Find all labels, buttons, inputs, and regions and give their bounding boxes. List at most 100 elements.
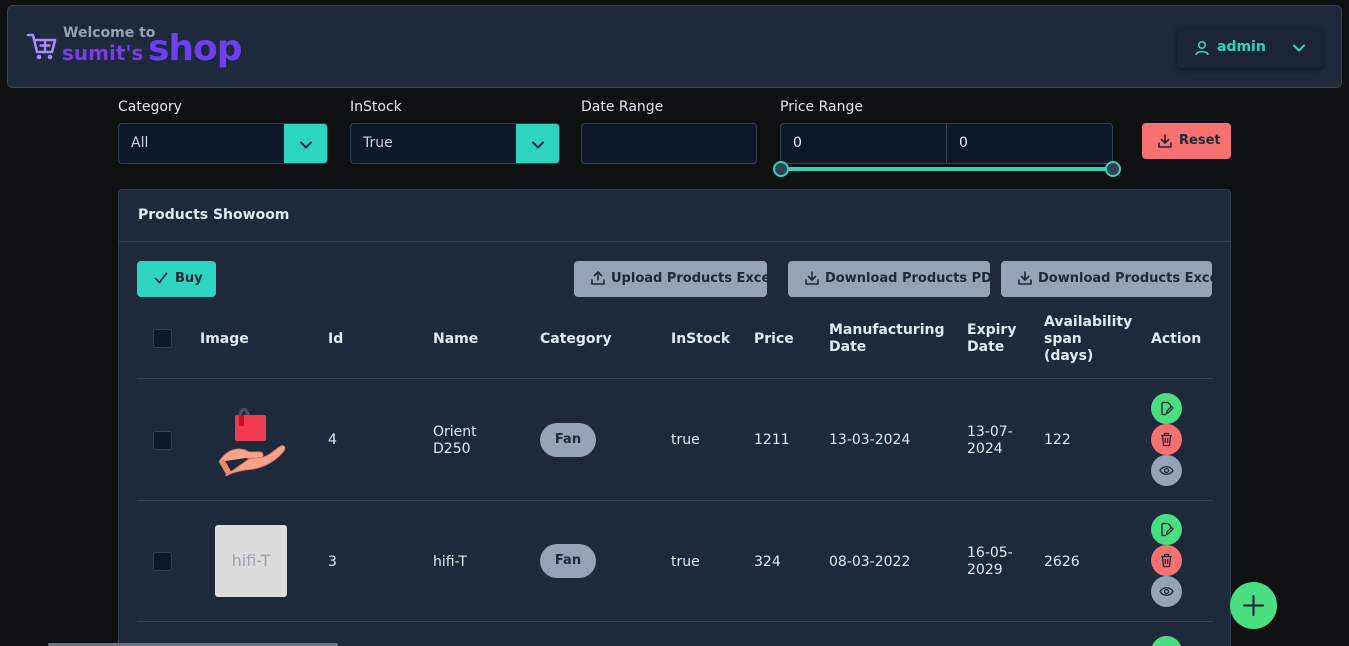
user-menu[interactable]: admin — [1177, 28, 1323, 68]
col-header-image: Image — [200, 331, 249, 347]
cell-price: 1211 — [754, 432, 790, 448]
date-range-label: Date Range — [581, 99, 664, 115]
download-icon — [1158, 134, 1172, 148]
download-pdf-button[interactable]: Download Products PDF — [788, 261, 1001, 297]
shop-logo[interactable]: Welcome to sumit's shop — [26, 24, 246, 74]
view-button[interactable] — [1151, 455, 1182, 486]
edit-icon — [1161, 522, 1174, 537]
cell-name-line2: D250 — [433, 441, 471, 457]
select-all-checkbox[interactable] — [153, 329, 172, 348]
price-max-input[interactable]: 0 — [946, 123, 1113, 164]
download-icon — [1018, 271, 1032, 285]
cell-price: 324 — [754, 554, 781, 570]
price-min-value: 0 — [793, 135, 802, 151]
cell-availability-span: 2626 — [1044, 554, 1080, 570]
col-header-span-line3: (days) — [1044, 348, 1094, 364]
edit-button[interactable] — [1151, 636, 1182, 646]
upload-excel-button[interactable]: Upload Products Excel — [574, 261, 775, 297]
download-excel-label: Download Products Excel — [1038, 271, 1223, 286]
app-header: Welcome to sumit's shop admin — [7, 5, 1342, 88]
cell-instock: true — [671, 554, 700, 570]
col-header-id: Id — [328, 331, 344, 347]
reset-button-label: Reset — [1179, 133, 1221, 148]
col-header-price: Price — [754, 331, 794, 347]
download-icon — [805, 271, 819, 285]
cell-id: 3 — [328, 554, 337, 570]
instock-dropdown-button[interactable] — [516, 124, 559, 163]
eye-icon — [1159, 587, 1174, 596]
category-select-value: All — [131, 135, 149, 151]
instock-select[interactable]: True — [350, 123, 560, 164]
user-icon — [1195, 40, 1209, 56]
cell-instock: true — [671, 432, 700, 448]
brand-owner: sumit's — [62, 41, 144, 65]
col-header-span-line2: span — [1044, 331, 1082, 347]
cart-plus-icon — [26, 33, 57, 60]
welcome-text: Welcome to — [63, 25, 156, 41]
price-slider-track[interactable] — [781, 167, 1113, 171]
cell-id: 4 — [328, 432, 337, 448]
upload-icon — [591, 271, 605, 285]
col-header-category: Category — [540, 331, 612, 347]
col-header-mfg-line1: Manufacturing — [829, 322, 945, 338]
cell-expiry-line1: 16-05- — [967, 545, 1013, 561]
col-header-name: Name — [433, 331, 479, 347]
category-badge: Fan — [540, 423, 596, 457]
row-divider — [137, 621, 1213, 622]
brand-word: shop — [148, 28, 243, 69]
instock-select-value: True — [363, 135, 393, 151]
cell-expiry-line2: 2024 — [967, 441, 1003, 457]
col-header-mfg-line2: Date — [829, 339, 867, 355]
price-max-value: 0 — [959, 135, 968, 151]
chevron-down-icon — [532, 141, 544, 149]
row-checkbox[interactable] — [153, 431, 172, 450]
cell-expiry-line2: 2029 — [967, 562, 1003, 578]
price-min-input[interactable]: 0 — [780, 123, 947, 164]
user-name: admin — [1217, 39, 1266, 55]
col-header-instock: InStock — [671, 331, 731, 347]
view-button[interactable] — [1151, 576, 1182, 607]
cell-name-line1: Orient — [433, 424, 477, 440]
category-select[interactable]: All — [118, 123, 328, 164]
cell-expiry-line1: 13-07- — [967, 424, 1013, 440]
product-image: hifi-T — [215, 525, 287, 597]
upload-excel-label: Upload Products Excel — [611, 271, 775, 286]
reset-button[interactable]: Reset — [1142, 123, 1231, 159]
col-header-span-line1: Availability — [1044, 314, 1133, 330]
check-icon — [154, 272, 168, 284]
edit-button[interactable] — [1151, 514, 1182, 545]
category-badge: Fan — [540, 544, 596, 578]
price-slider-min-handle[interactable] — [773, 161, 789, 177]
cell-name-line1: hifi-T — [433, 554, 467, 570]
price-range-label: Price Range — [780, 99, 863, 115]
download-pdf-label: Download Products PDF — [825, 271, 1001, 286]
price-slider-max-handle[interactable] — [1105, 161, 1121, 177]
panel-title: Products Showoom — [138, 207, 290, 223]
delete-button[interactable] — [1151, 424, 1182, 455]
plus-icon — [1242, 594, 1265, 617]
add-product-button[interactable] — [1230, 582, 1277, 629]
row-divider — [137, 500, 1213, 501]
header-row-divider — [137, 378, 1213, 379]
products-panel: Products Showoom Buy Upload Products Exc… — [118, 189, 1231, 646]
col-header-expiry-line2: Date — [967, 339, 1005, 355]
category-dropdown-button[interactable] — [284, 124, 327, 163]
delete-button[interactable] — [1151, 545, 1182, 576]
date-range-input[interactable] — [581, 123, 757, 164]
panel-divider — [119, 241, 1230, 242]
chevron-down-icon — [1293, 44, 1305, 52]
buy-button[interactable]: Buy — [137, 261, 216, 297]
edit-icon — [1161, 401, 1174, 416]
edit-button[interactable] — [1151, 393, 1182, 424]
cell-mfg-date: 13-03-2024 — [829, 432, 911, 448]
chevron-down-icon — [300, 141, 312, 149]
trash-icon — [1161, 432, 1172, 447]
row-checkbox[interactable] — [153, 552, 172, 571]
download-excel-button[interactable]: Download Products Excel — [1001, 261, 1223, 297]
trash-icon — [1161, 553, 1172, 568]
col-header-action: Action — [1151, 331, 1202, 347]
category-filter-label: Category — [118, 99, 182, 115]
cell-mfg-date: 08-03-2022 — [829, 554, 911, 570]
hand-bag-icon — [218, 408, 286, 477]
eye-icon — [1159, 466, 1174, 475]
